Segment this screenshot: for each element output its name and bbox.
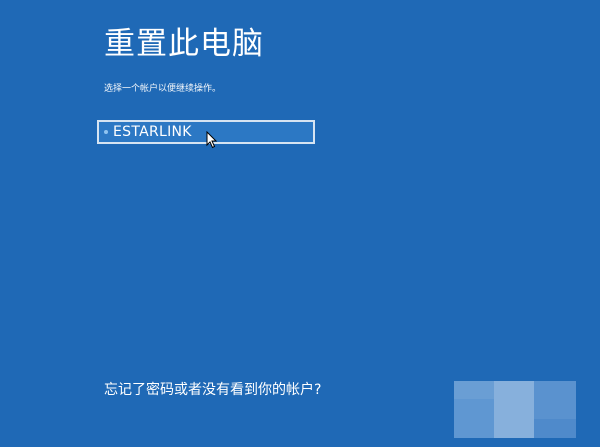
blurred-tile-overlay: [454, 381, 576, 438]
blurred-tile: [494, 381, 534, 438]
blurred-tile: [534, 381, 576, 438]
mouse-pointer-icon: [206, 131, 218, 149]
forgot-password-link[interactable]: 忘记了密码或者没有看到你的帐户?: [104, 381, 321, 399]
account-name: ESTARLINK: [113, 124, 192, 140]
reset-pc-screen: 重置此电脑 选择一个帐户以便继续操作。 ESTARLINK 忘记了密码或者没有看…: [0, 0, 600, 447]
instruction-text: 选择一个帐户以便继续操作。: [104, 84, 222, 94]
page-title: 重置此电脑: [104, 26, 264, 62]
blurred-tile: [454, 381, 494, 438]
bullet-icon: [104, 130, 108, 134]
